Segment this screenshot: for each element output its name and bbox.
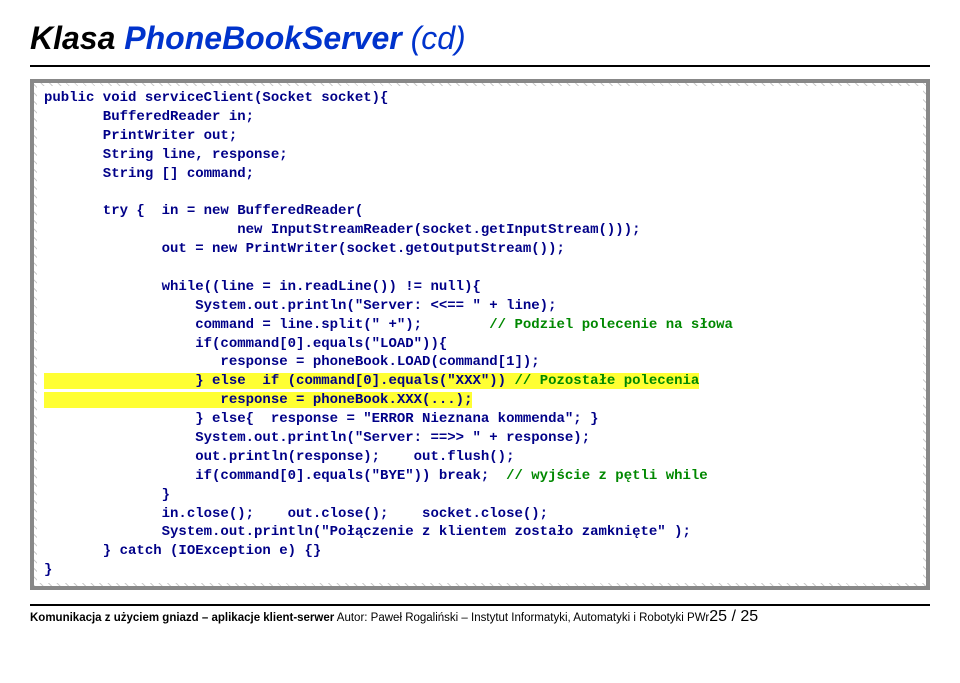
- code-line: while((line = in.readLine()) != null){: [44, 279, 481, 295]
- title-part2: PhoneBookServer: [124, 20, 410, 56]
- code-comment-highlight: // Pozostałe polecenia: [514, 373, 699, 389]
- page-title: Klasa PhoneBookServer (cd): [30, 20, 930, 57]
- code-comment: // Podziel polecenie na słowa: [489, 317, 733, 333]
- code-line: String [] command;: [44, 166, 254, 182]
- code-line: } catch (IOException e) {}: [44, 543, 321, 559]
- code-content: public void serviceClient(Socket socket)…: [44, 89, 916, 580]
- code-line: new InputStreamReader(socket.getInputStr…: [44, 222, 641, 238]
- code-line-highlight: response = phoneBook.XXX(...);: [44, 392, 472, 408]
- code-line: System.out.println("Server: ==>> " + res…: [44, 430, 590, 446]
- code-line-highlight: } else if (command[0].equals("XXX")): [44, 373, 514, 389]
- code-comment: // wyjście z pętli while: [506, 468, 708, 484]
- code-line: response = phoneBook.LOAD(command[1]);: [44, 354, 540, 370]
- title-part3: (cd): [411, 20, 466, 56]
- code-line: public void serviceClient(Socket socket)…: [44, 90, 388, 106]
- code-line: }: [44, 562, 52, 578]
- code-line: if(command[0].equals("BYE")) break;: [44, 468, 506, 484]
- code-line: out = new PrintWriter(socket.getOutputSt…: [44, 241, 565, 257]
- footer: Komunikacja z użyciem gniazd – aplikacje…: [30, 608, 930, 626]
- code-line: in.close(); out.close(); socket.close();: [44, 506, 548, 522]
- divider-top: [30, 65, 930, 67]
- code-line: PrintWriter out;: [44, 128, 237, 144]
- code-line: } else{ response = "ERROR Nieznana komme…: [44, 411, 599, 427]
- divider-bottom: [30, 604, 930, 606]
- code-line: System.out.println("Server: <<== " + lin…: [44, 298, 556, 314]
- footer-left: Komunikacja z użyciem gniazd – aplikacje…: [30, 612, 334, 624]
- code-line: String line, response;: [44, 147, 288, 163]
- footer-author: Autor: Paweł Rogaliński – Instytut Infor…: [334, 612, 709, 624]
- title-part1: Klasa: [30, 20, 124, 56]
- code-line: }: [44, 487, 170, 503]
- code-line: if(command[0].equals("LOAD")){: [44, 336, 447, 352]
- code-line: out.println(response); out.flush();: [44, 449, 514, 465]
- code-line: System.out.println("Połączenie z kliente…: [44, 524, 691, 540]
- page-number: 25 / 25: [709, 608, 758, 625]
- code-line: try { in = new BufferedReader(: [44, 203, 363, 219]
- code-line: command = line.split(" +");: [44, 317, 489, 333]
- code-block: public void serviceClient(Socket socket)…: [30, 79, 930, 590]
- code-line: BufferedReader in;: [44, 109, 254, 125]
